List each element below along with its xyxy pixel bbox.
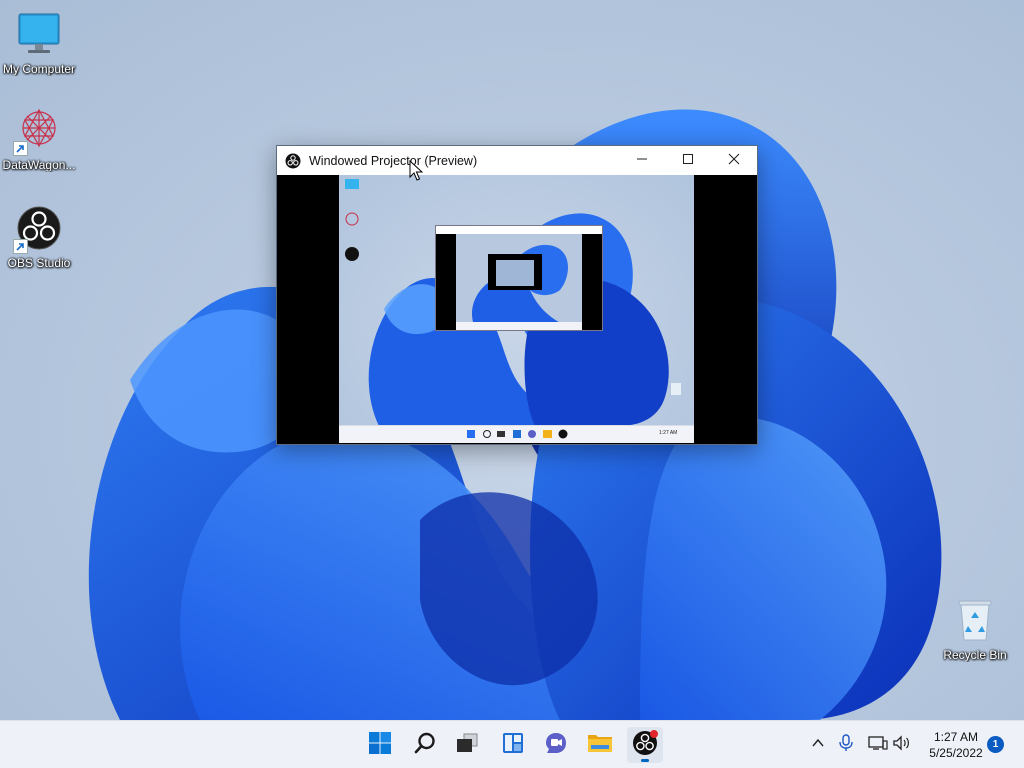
- show-hidden-icons-button[interactable]: [806, 733, 830, 757]
- preview-nested-window: [435, 225, 603, 331]
- desktop-icon-my-computer[interactable]: My Computer: [0, 10, 78, 76]
- volume-button[interactable]: [890, 733, 914, 757]
- search-icon: [413, 731, 437, 760]
- obs-icon: [632, 729, 658, 761]
- network-button[interactable]: [866, 733, 890, 757]
- network-icon: [868, 735, 888, 756]
- file-explorer-button[interactable]: [582, 727, 618, 763]
- svg-text:1:27 AM: 1:27 AM: [659, 430, 677, 436]
- maximize-icon: [682, 152, 694, 170]
- projector-titlebar[interactable]: Windowed Projector (Preview): [277, 146, 757, 175]
- widgets-button[interactable]: [495, 727, 531, 763]
- minimize-button[interactable]: [619, 146, 665, 175]
- chat-icon: [544, 731, 568, 760]
- projector-window[interactable]: Windowed Projector (Preview) 1:27 AM: [276, 145, 758, 445]
- microphone-icon: [838, 733, 854, 757]
- task-view-icon: [455, 731, 479, 760]
- monitor-icon: [15, 10, 63, 58]
- obs-icon: [285, 153, 301, 169]
- folder-icon: [587, 731, 613, 760]
- notification-badge[interactable]: 1: [987, 736, 1004, 753]
- widgets-icon: [501, 731, 525, 760]
- chevron-up-icon: [811, 736, 825, 755]
- desktop-icon-obs-studio[interactable]: OBS Studio: [0, 204, 78, 270]
- mouse-cursor-icon: [409, 160, 423, 181]
- desktop-icon-datawagon[interactable]: DataWagon...: [0, 106, 78, 172]
- recycle-bin-icon: [951, 596, 999, 644]
- system-clock[interactable]: 1:27 AM 5/25/2022: [920, 729, 992, 761]
- shortcut-arrow-icon: [13, 239, 28, 254]
- clock-time: 1:27 AM: [933, 730, 979, 744]
- clock-date: 5/25/2022: [929, 746, 983, 760]
- preview-taskbar: 1:27 AM: [339, 425, 694, 443]
- maximize-button[interactable]: [665, 146, 711, 175]
- active-app-indicator: [641, 759, 649, 762]
- icon-label-obs-studio: OBS Studio: [7, 256, 71, 270]
- obs-taskbar-button[interactable]: [627, 727, 663, 763]
- preview-screen: 1:27 AM: [339, 175, 694, 443]
- task-view-button[interactable]: [449, 727, 485, 763]
- projector-preview: 1:27 AM: [277, 175, 757, 443]
- icon-label-recycle-bin: Recycle Bin: [943, 648, 1007, 662]
- taskbar: 1:27 AM 5/25/2022: [0, 720, 1024, 768]
- search-button[interactable]: [407, 727, 443, 763]
- windows-start-icon: [368, 731, 392, 760]
- close-button[interactable]: [711, 146, 757, 175]
- window-title: Windowed Projector (Preview): [309, 153, 478, 168]
- close-icon: [728, 152, 740, 170]
- datawagon-icon: [13, 106, 63, 156]
- icon-label-datawagon: DataWagon...: [2, 158, 76, 172]
- start-button[interactable]: [362, 727, 398, 763]
- icon-label-my-computer: My Computer: [2, 62, 76, 76]
- volume-icon: [892, 734, 912, 756]
- minimize-icon: [636, 152, 648, 170]
- desktop: My Computer DataWagon... OBS Studio Recy…: [0, 0, 1024, 768]
- desktop-icon-recycle-bin[interactable]: Recycle Bin: [936, 596, 1014, 662]
- obs-icon: [13, 204, 63, 254]
- chat-button[interactable]: [538, 727, 574, 763]
- shortcut-arrow-icon: [13, 141, 28, 156]
- microphone-button[interactable]: [834, 733, 858, 757]
